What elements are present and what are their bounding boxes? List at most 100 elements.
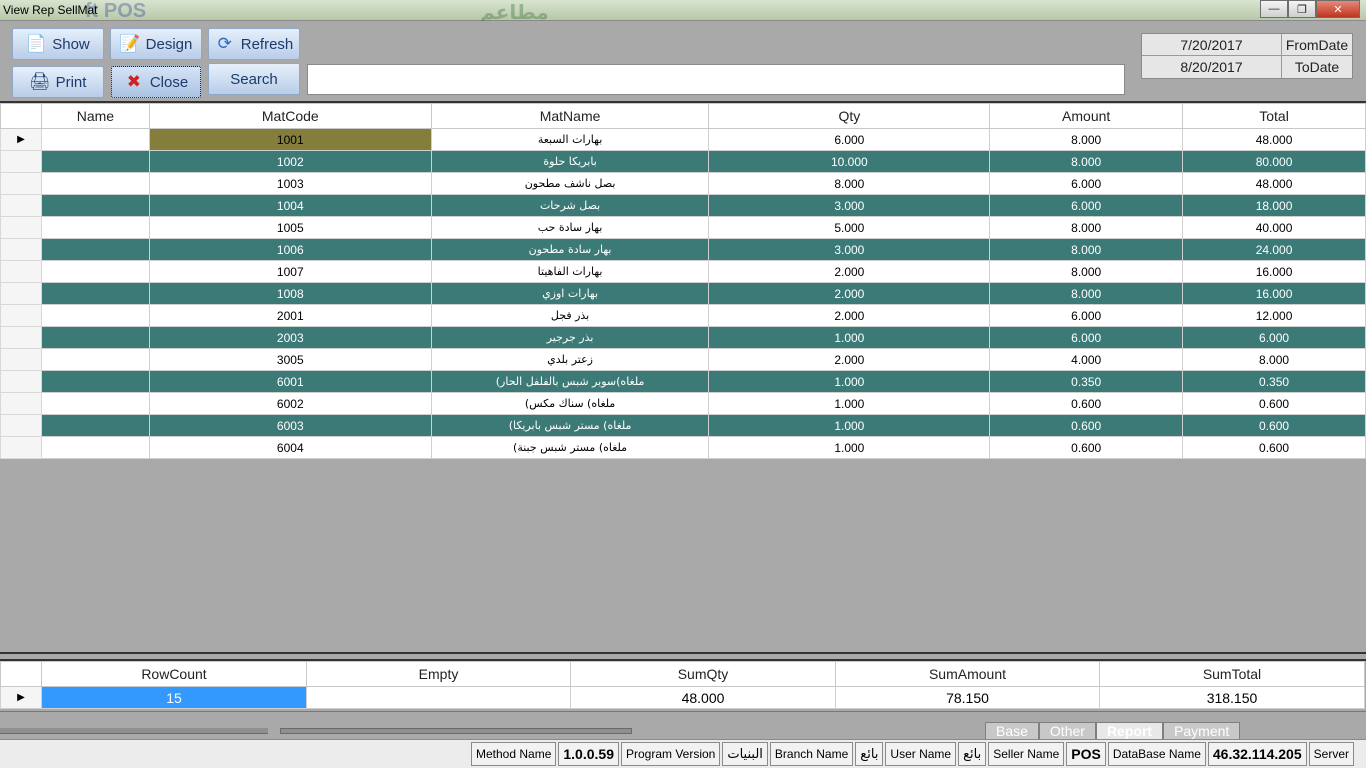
cell-matcode[interactable]: 2001 xyxy=(148,304,432,327)
cell-matcode[interactable]: 1004 xyxy=(148,194,432,217)
table-row[interactable]: 1003 بصل ناشف مطحون 8.000 6.000 48.000 xyxy=(0,172,1366,195)
table-row[interactable]: 6002 ملغاه) سناك مكس) 1.000 0.600 0.600 xyxy=(0,392,1366,415)
show-button[interactable]: 📄 Show xyxy=(12,28,104,60)
cell-matname[interactable]: بهار سادة حب xyxy=(430,216,710,239)
cell-matname[interactable]: زعتر بلدي xyxy=(430,348,710,371)
cell-amount[interactable]: 6.000 xyxy=(989,172,1184,195)
cell-matcode[interactable]: 6001 xyxy=(148,370,432,393)
minimize-button[interactable]: — xyxy=(1260,0,1288,18)
cell-amount[interactable]: 8.000 xyxy=(989,128,1184,151)
cell-matcode[interactable]: 1005 xyxy=(148,216,432,239)
cell-amount[interactable]: 0.350 xyxy=(989,370,1184,393)
cell-matcode[interactable]: 2003 xyxy=(148,326,432,349)
cell-matcode[interactable]: 6004 xyxy=(148,436,432,459)
cell-matcode[interactable]: 6002 xyxy=(148,392,432,415)
table-row[interactable]: 1007 بهارات الفاهيتا 2.000 8.000 16.000 xyxy=(0,260,1366,283)
cell-qty[interactable]: 1.000 xyxy=(708,370,991,393)
rowcount-value[interactable]: 15 xyxy=(41,686,307,709)
cell-amount[interactable]: 8.000 xyxy=(989,260,1184,283)
close-window-button[interactable]: ✕ xyxy=(1316,0,1360,18)
cell-qty[interactable]: 10.000 xyxy=(708,150,991,173)
cell-total[interactable]: 40.000 xyxy=(1182,216,1366,239)
tab-other[interactable]: Other xyxy=(1038,722,1096,740)
cell-matcode[interactable]: 6003 xyxy=(148,414,432,437)
cell-matname[interactable]: ملغاه) سناك مكس) xyxy=(430,392,710,415)
table-row[interactable]: 6004 ملغاه) مستر شبس جبنة) 1.000 0.600 0.600 xyxy=(0,436,1366,459)
table-row[interactable]: 2001 بذر فجل 2.000 6.000 12.000 xyxy=(0,304,1366,327)
from-date-input[interactable]: 7/20/2017 xyxy=(1142,34,1282,55)
to-date-input[interactable]: 8/20/2017 xyxy=(1142,56,1282,78)
cell-qty[interactable]: 6.000 xyxy=(708,128,991,151)
cell-name[interactable] xyxy=(40,436,150,459)
table-row[interactable]: 2003 بذر جرجير 1.000 6.000 6.000 xyxy=(0,326,1366,349)
cell-qty[interactable]: 5.000 xyxy=(708,216,991,239)
cell-amount[interactable]: 6.000 xyxy=(989,304,1184,327)
cell-matname[interactable]: بهارات السبعة xyxy=(430,128,710,151)
cell-matname[interactable]: بهارات الفاهيتا xyxy=(430,260,710,283)
search-input[interactable] xyxy=(307,64,1125,95)
col-amount-header[interactable]: Amount xyxy=(989,103,1184,129)
cell-name[interactable] xyxy=(40,348,150,371)
cell-matcode[interactable]: 1003 xyxy=(148,172,432,195)
tab-report[interactable]: Report xyxy=(1095,722,1164,740)
cell-name[interactable] xyxy=(40,392,150,415)
cell-name[interactable] xyxy=(40,304,150,327)
cell-total[interactable]: 6.000 xyxy=(1182,326,1366,349)
cell-total[interactable]: 8.000 xyxy=(1182,348,1366,371)
cell-total[interactable]: 12.000 xyxy=(1182,304,1366,327)
cell-matcode[interactable]: 1008 xyxy=(148,282,432,305)
cell-name[interactable] xyxy=(40,260,150,283)
cell-amount[interactable]: 6.000 xyxy=(989,194,1184,217)
cell-matname[interactable]: بصل ناشف مطحون xyxy=(430,172,710,195)
cell-total[interactable]: 16.000 xyxy=(1182,282,1366,305)
table-row[interactable]: 1005 بهار سادة حب 5.000 8.000 40.000 xyxy=(0,216,1366,239)
cell-total[interactable]: 48.000 xyxy=(1182,172,1366,195)
cell-matname[interactable]: بهارات اوزي xyxy=(430,282,710,305)
cell-amount[interactable]: 0.600 xyxy=(989,414,1184,437)
cell-name[interactable] xyxy=(40,128,150,151)
col-matcode-header[interactable]: MatCode xyxy=(148,103,432,129)
cell-matcode[interactable]: 1007 xyxy=(148,260,432,283)
cell-qty[interactable]: 8.000 xyxy=(708,172,991,195)
cell-name[interactable] xyxy=(40,172,150,195)
cell-amount[interactable]: 8.000 xyxy=(989,216,1184,239)
cell-name[interactable] xyxy=(40,414,150,437)
cell-matcode[interactable]: 1002 xyxy=(148,150,432,173)
tab-base[interactable]: Base xyxy=(985,722,1039,740)
cell-name[interactable] xyxy=(40,326,150,349)
cell-qty[interactable]: 1.000 xyxy=(708,414,991,437)
cell-matname[interactable]: بذر جرجير xyxy=(430,326,710,349)
cell-matcode[interactable]: 3005 xyxy=(148,348,432,371)
tab-payment[interactable]: Payment xyxy=(1163,722,1241,740)
table-row[interactable]: ▶ 1001 بهارات السبعة 6.000 8.000 48.000 xyxy=(0,128,1366,151)
cell-total[interactable]: 16.000 xyxy=(1182,260,1366,283)
cell-amount[interactable]: 8.000 xyxy=(989,150,1184,173)
cell-total[interactable]: 18.000 xyxy=(1182,194,1366,217)
sumqty-value[interactable]: 48.000 xyxy=(570,686,836,709)
cell-amount[interactable]: 8.000 xyxy=(989,238,1184,261)
cell-matcode[interactable]: 1001 xyxy=(148,128,432,151)
cell-amount[interactable]: 4.000 xyxy=(989,348,1184,371)
cell-matname[interactable]: بابريكا حلوة xyxy=(430,150,710,173)
maximize-button[interactable]: ❐ xyxy=(1288,0,1316,18)
table-row[interactable]: 1008 بهارات اوزي 2.000 8.000 16.000 xyxy=(0,282,1366,305)
scroll-thumb[interactable] xyxy=(280,728,632,734)
cell-matname[interactable]: ملغاه) مستر شبس بابريكا) xyxy=(430,414,710,437)
print-button[interactable]: 🖨 Print xyxy=(12,66,104,98)
refresh-button[interactable]: ⟳ Refresh xyxy=(208,28,300,60)
cell-qty[interactable]: 1.000 xyxy=(708,392,991,415)
cell-matname[interactable]: ملغاه) مستر شبس جبنة) xyxy=(430,436,710,459)
col-name-header[interactable]: Name xyxy=(40,103,150,129)
cell-name[interactable] xyxy=(40,216,150,239)
table-row[interactable]: 1002 بابريكا حلوة 10.000 8.000 80.000 xyxy=(0,150,1366,173)
cell-matname[interactable]: بصل شرحات xyxy=(430,194,710,217)
cell-name[interactable] xyxy=(40,282,150,305)
empty-value[interactable] xyxy=(306,686,571,709)
search-button[interactable]: Search xyxy=(208,63,300,95)
cell-total[interactable]: 0.350 xyxy=(1182,370,1366,393)
cell-matcode[interactable]: 1006 xyxy=(148,238,432,261)
cell-name[interactable] xyxy=(40,370,150,393)
cell-matname[interactable]: بذر فجل xyxy=(430,304,710,327)
cell-total[interactable]: 24.000 xyxy=(1182,238,1366,261)
cell-matname[interactable]: بهار سادة مطحون xyxy=(430,238,710,261)
